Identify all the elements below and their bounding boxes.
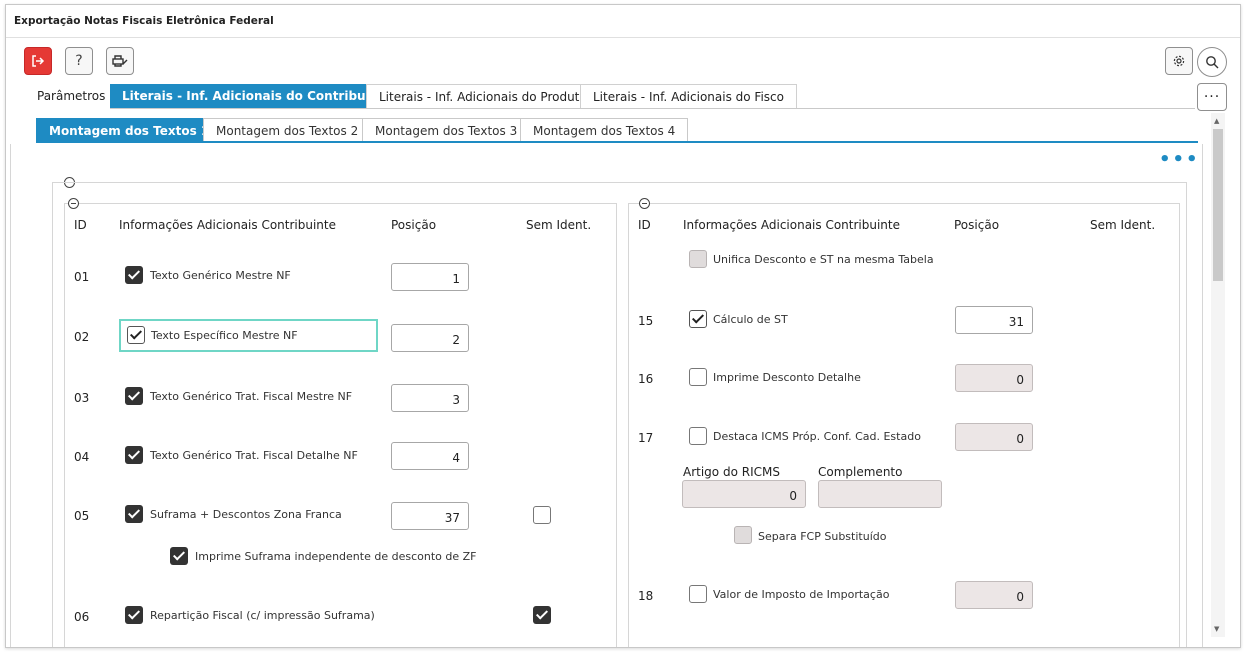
row-04-label: Texto Genérico Trat. Fiscal Detalhe NF — [150, 449, 358, 462]
tab-montagem-2[interactable]: Montagem dos Textos 2 — [203, 118, 372, 142]
tab-montagem-3[interactable]: Montagem dos Textos 3 — [362, 118, 531, 142]
right-group — [628, 203, 1180, 647]
gear-icon — [1173, 55, 1185, 67]
tab-montagem-1[interactable]: Montagem dos Textos 1 — [36, 118, 223, 142]
row-06-id: 06 — [74, 610, 90, 624]
row-03-position-input[interactable]: 3 — [391, 384, 469, 412]
right-header-id: ID — [638, 218, 651, 232]
tab-parametros[interactable]: Parâmetros — [25, 84, 117, 109]
row-04-checkbox[interactable] — [125, 446, 143, 464]
row-06-checkbox[interactable] — [125, 606, 143, 624]
main-tabs: Parâmetros Literais - Inf. Adicionais do… — [6, 84, 1240, 109]
row-05-label: Suframa + Descontos Zona Franca — [150, 508, 342, 521]
scroll-up-icon[interactable]: ▲ — [1214, 117, 1219, 125]
row-02-label: Texto Específico Mestre NF — [151, 329, 298, 342]
row-17-position-input[interactable]: 0 — [955, 423, 1033, 451]
title-bar: Exportação Notas Fiscais Eletrônica Fede… — [6, 5, 1240, 38]
row-01-position-input[interactable]: 1 — [391, 263, 469, 291]
left-header-info: Informações Adicionais Contribuinte — [119, 218, 336, 232]
exit-button[interactable] — [24, 47, 52, 75]
tab-montagem-4[interactable]: Montagem dos Textos 4 — [520, 118, 689, 142]
more-icon: ··· — [1203, 89, 1221, 105]
subtabs-underline — [36, 141, 1198, 143]
row-02-checkbox[interactable] — [127, 326, 145, 344]
row-03-label: Texto Genérico Trat. Fiscal Mestre NF — [150, 390, 353, 403]
row-16-id: 16 — [638, 372, 654, 386]
tab-literais-produto[interactable]: Literais - Inf. Adicionais do Produto — [366, 84, 600, 109]
settings-button[interactable] — [1165, 47, 1193, 75]
row-16-label: Imprime Desconto Detalhe — [713, 371, 861, 384]
row-15-position-input[interactable]: 31 — [955, 306, 1033, 334]
row-02-id: 02 — [74, 330, 90, 344]
row-16-checkbox[interactable] — [689, 368, 707, 386]
help-icon: ? — [75, 53, 83, 69]
row-18-checkbox[interactable] — [689, 585, 707, 603]
vertical-scrollbar[interactable]: ▲ ▼ — [1211, 113, 1225, 637]
row-05-checkbox[interactable] — [125, 505, 143, 523]
row-17-id: 17 — [638, 431, 654, 445]
row-18-id: 18 — [638, 589, 654, 603]
row-04-position-input[interactable]: 4 — [391, 442, 469, 470]
scroll-thumb[interactable] — [1213, 129, 1223, 281]
row-01-label: Texto Genérico Mestre NF — [150, 269, 291, 282]
search-button[interactable] — [1197, 47, 1227, 77]
window-title: Exportação Notas Fiscais Eletrônica Fede… — [14, 15, 274, 27]
row-04-id: 04 — [74, 450, 90, 464]
row-02-position-input[interactable]: 2 — [391, 324, 469, 352]
more-options-button[interactable]: ··· — [1197, 83, 1227, 111]
row-15-label: Cálculo de ST — [713, 313, 788, 326]
artigo-label: Artigo do RICMS — [683, 465, 780, 479]
row-06-sem-ident-checkbox[interactable] — [533, 606, 551, 624]
imprime-suframa-label: Imprime Suframa independente de desconto… — [195, 550, 477, 563]
print-icon — [112, 55, 128, 67]
help-button[interactable]: ? — [65, 47, 93, 75]
imprime-suframa-checkbox[interactable] — [170, 547, 188, 565]
tab-literais-fisco[interactable]: Literais - Inf. Adicionais do Fisco — [580, 84, 797, 109]
scroll-down-icon[interactable]: ▼ — [1214, 625, 1219, 633]
right-header-sem: Sem Ident. — [1090, 218, 1156, 232]
row-03-id: 03 — [74, 391, 90, 405]
row-17-label: Destaca ICMS Próp. Conf. Cad. Estado — [713, 430, 921, 443]
row-05-id: 05 — [74, 509, 90, 523]
tab-literais-contribuinte[interactable]: Literais - Inf. Adicionais do Contribuin… — [110, 84, 405, 109]
search-icon — [1206, 56, 1219, 69]
row-16-position-input[interactable]: 0 — [955, 364, 1033, 392]
row-01-id: 01 — [74, 270, 90, 284]
panel-more-icon[interactable]: ••• — [1159, 151, 1200, 169]
separa-fcp-label: Separa FCP Substituído — [758, 530, 887, 543]
row-18-position-input[interactable]: 0 — [955, 581, 1033, 609]
row-15-checkbox[interactable] — [689, 310, 707, 328]
row-05-sem-ident-checkbox[interactable] — [533, 506, 551, 524]
left-header-pos: Posição — [391, 218, 437, 232]
row-06-label: Repartição Fiscal (c/ impressão Suframa) — [150, 609, 375, 622]
collapse-right-icon[interactable] — [639, 198, 650, 209]
unifica-checkbox[interactable] — [689, 250, 707, 268]
artigo-input[interactable]: 0 — [682, 480, 806, 508]
row-05-position-input[interactable]: 37 — [391, 502, 469, 530]
collapse-left-icon[interactable] — [68, 198, 79, 209]
tabs-divider — [110, 108, 1195, 109]
unifica-label: Unifica Desconto e ST na mesma Tabela — [713, 253, 934, 266]
right-header-info: Informações Adicionais Contribuinte — [683, 218, 900, 232]
row-01-checkbox[interactable] — [125, 266, 143, 284]
row-18-label: Valor de Imposto de Importação — [713, 588, 890, 601]
complemento-input[interactable] — [818, 480, 942, 508]
complemento-label: Complemento — [818, 465, 903, 479]
separa-fcp-checkbox[interactable] — [734, 526, 752, 544]
row-03-checkbox[interactable] — [125, 387, 143, 405]
app-window: Exportação Notas Fiscais Eletrônica Fede… — [5, 4, 1241, 648]
left-header-sem: Sem Ident. — [526, 218, 592, 232]
print-button[interactable] — [106, 47, 134, 75]
exit-icon — [32, 55, 45, 67]
left-header-id: ID — [74, 218, 87, 232]
row-17-checkbox[interactable] — [689, 427, 707, 445]
row-15-id: 15 — [638, 314, 654, 328]
right-header-pos: Posição — [954, 218, 1000, 232]
left-group — [64, 203, 617, 647]
